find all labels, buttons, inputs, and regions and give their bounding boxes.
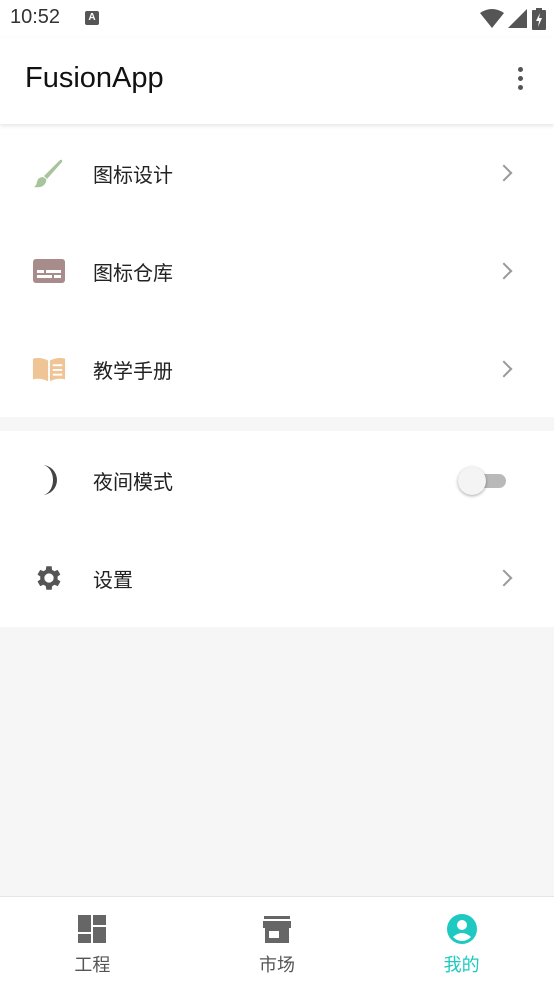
chevron-right-icon [495, 360, 513, 378]
book-icon [32, 352, 66, 386]
chevron-right-icon [495, 569, 513, 587]
moon-icon [32, 463, 66, 497]
menu-item-night-mode[interactable]: 夜间模式 [0, 431, 554, 529]
battery-icon [532, 8, 546, 30]
menu-item-icon-design[interactable]: 图标设计 [0, 124, 554, 222]
status-icons [480, 8, 546, 30]
night-mode-toggle[interactable] [458, 466, 506, 495]
nav-item-market[interactable]: 市场 [185, 897, 370, 985]
menu-item-label: 教学手册 [93, 358, 173, 383]
notification-icon: A [85, 11, 99, 25]
nav-label: 工程 [74, 955, 111, 976]
app-title: FusionApp [25, 62, 164, 94]
dashboard-icon [76, 913, 108, 945]
chevron-right-icon [495, 164, 513, 182]
status-bar: 10:52 A [0, 0, 554, 38]
nav-item-mine[interactable]: 我的 [369, 897, 554, 985]
chevron-right-icon [495, 262, 513, 280]
subtitles-icon [32, 254, 66, 288]
menu-item-icon-repo[interactable]: 图标仓库 [0, 222, 554, 320]
menu-item-label: 图标仓库 [93, 260, 173, 285]
nav-label: 市场 [259, 955, 295, 976]
menu-item-tutorial[interactable]: 教学手册 [0, 320, 554, 418]
menu-item-settings[interactable]: 设置 [0, 529, 554, 627]
gear-icon [32, 561, 66, 595]
store-icon [261, 913, 293, 945]
wifi-icon [480, 9, 504, 28]
more-vert-icon[interactable] [508, 64, 532, 98]
menu-item-label: 图标设计 [93, 162, 173, 187]
signal-icon [508, 9, 527, 28]
account-circle-icon [446, 913, 478, 945]
menu-item-label: 夜间模式 [93, 469, 173, 494]
status-time: 10:52 [10, 6, 61, 28]
nav-item-project[interactable]: 工程 [0, 897, 185, 985]
bottom-nav: 工程 市场 我的 [0, 896, 554, 985]
app-bar: FusionApp [0, 38, 554, 124]
brush-icon [32, 156, 66, 190]
menu-group-1: 图标设计 图标仓库 教学手册 [0, 124, 554, 417]
menu-group-2: 夜间模式 设置 [0, 431, 554, 627]
menu-item-label: 设置 [93, 567, 133, 592]
nav-label: 我的 [443, 955, 480, 976]
